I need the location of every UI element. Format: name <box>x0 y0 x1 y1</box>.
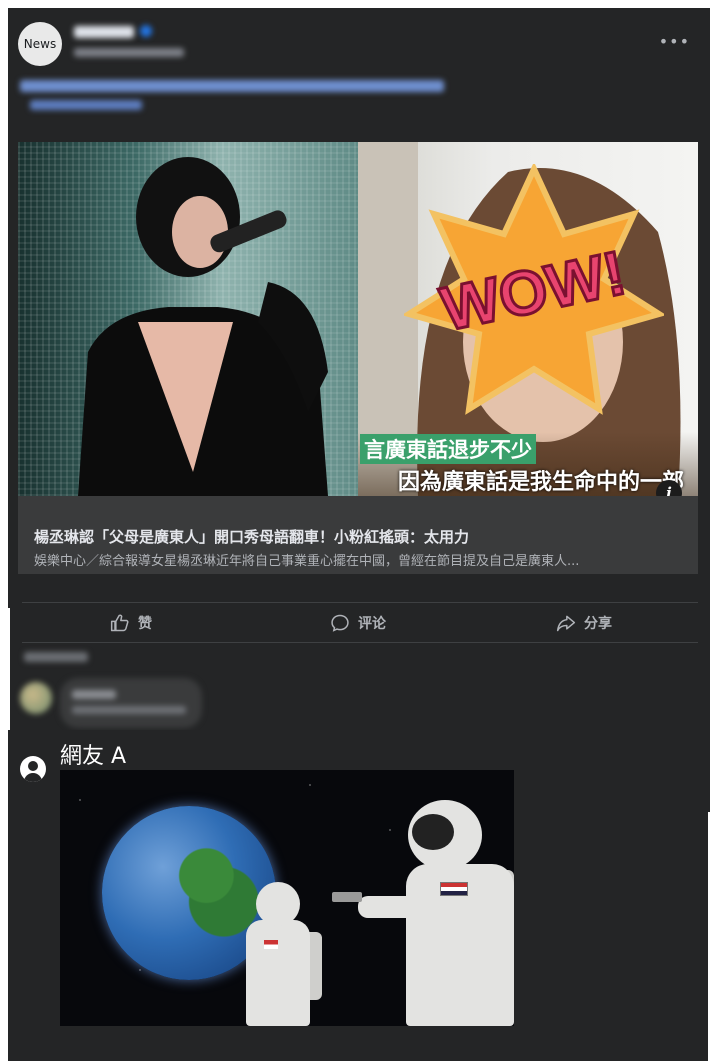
page-avatar[interactable]: News <box>18 22 62 66</box>
link-description: 娛樂中心／綜合報導女星楊丞琳近年將自己事業重心擺在中國，曾經在節目提及自己是廣東… <box>34 554 580 569</box>
comment-icon <box>331 614 349 632</box>
share-button[interactable]: 分享 <box>556 610 612 636</box>
post-text-blurred <box>20 80 444 92</box>
wow-sticker: WOW! <box>404 164 664 415</box>
verified-icon <box>140 25 152 37</box>
reply-author-name: 網友 A <box>60 744 127 769</box>
singer-photo <box>18 142 358 496</box>
post-card: News ••• WOW! 言廣東話退步不少 因為廣東話是我生命中的一部 i 楊… <box>8 8 710 608</box>
page-name-blurred[interactable] <box>74 26 134 38</box>
reply-section: 網友 A <box>8 730 708 1061</box>
singer-silhouette <box>78 157 328 496</box>
share-label: 分享 <box>584 616 612 632</box>
post-timestamp-blurred[interactable] <box>74 48 184 57</box>
astronaut-1-helmet <box>256 882 300 926</box>
link-preview-meta[interactable]: 楊丞琳認「父母是廣東人」開口秀母語翻車！小粉紅搖頭：太用力 娛樂中心／綜合報導女… <box>18 496 698 574</box>
comment-sort-blurred[interactable] <box>24 652 88 662</box>
astronaut-2-arm <box>358 896 418 918</box>
subtitle-line-1: 言廣東話退步不少 <box>360 434 536 464</box>
divider <box>22 602 698 603</box>
flag-patch <box>264 940 278 949</box>
comment-button[interactable]: 评论 <box>330 610 386 636</box>
share-icon <box>556 615 576 632</box>
like-label: 赞 <box>138 616 152 632</box>
like-button[interactable]: 赞 <box>110 610 152 636</box>
divider <box>22 642 698 643</box>
gun <box>332 892 362 902</box>
flag-patch <box>440 882 468 896</box>
astronaut-meme-image <box>60 770 514 1026</box>
astronaut-2-visor <box>412 814 454 850</box>
post-link-blurred[interactable] <box>30 100 142 110</box>
post-header: News ••• <box>18 22 700 72</box>
subtitle-line-2: 因為廣東話是我生命中的一部 <box>398 470 685 495</box>
like-icon <box>110 614 129 632</box>
user-icon <box>20 756 46 782</box>
astronaut-1-body <box>246 920 310 1026</box>
comment-label: 评论 <box>358 616 386 632</box>
commenter-avatar[interactable] <box>20 682 52 714</box>
link-preview-image[interactable]: WOW! 言廣東話退步不少 因為廣東話是我生命中的一部 i <box>18 142 698 496</box>
link-title[interactable]: 楊丞琳認「父母是廣東人」開口秀母語翻車！小粉紅搖頭：太用力 <box>34 526 684 547</box>
more-icon[interactable]: ••• <box>659 32 690 51</box>
comment-bubble-blurred <box>60 678 202 728</box>
